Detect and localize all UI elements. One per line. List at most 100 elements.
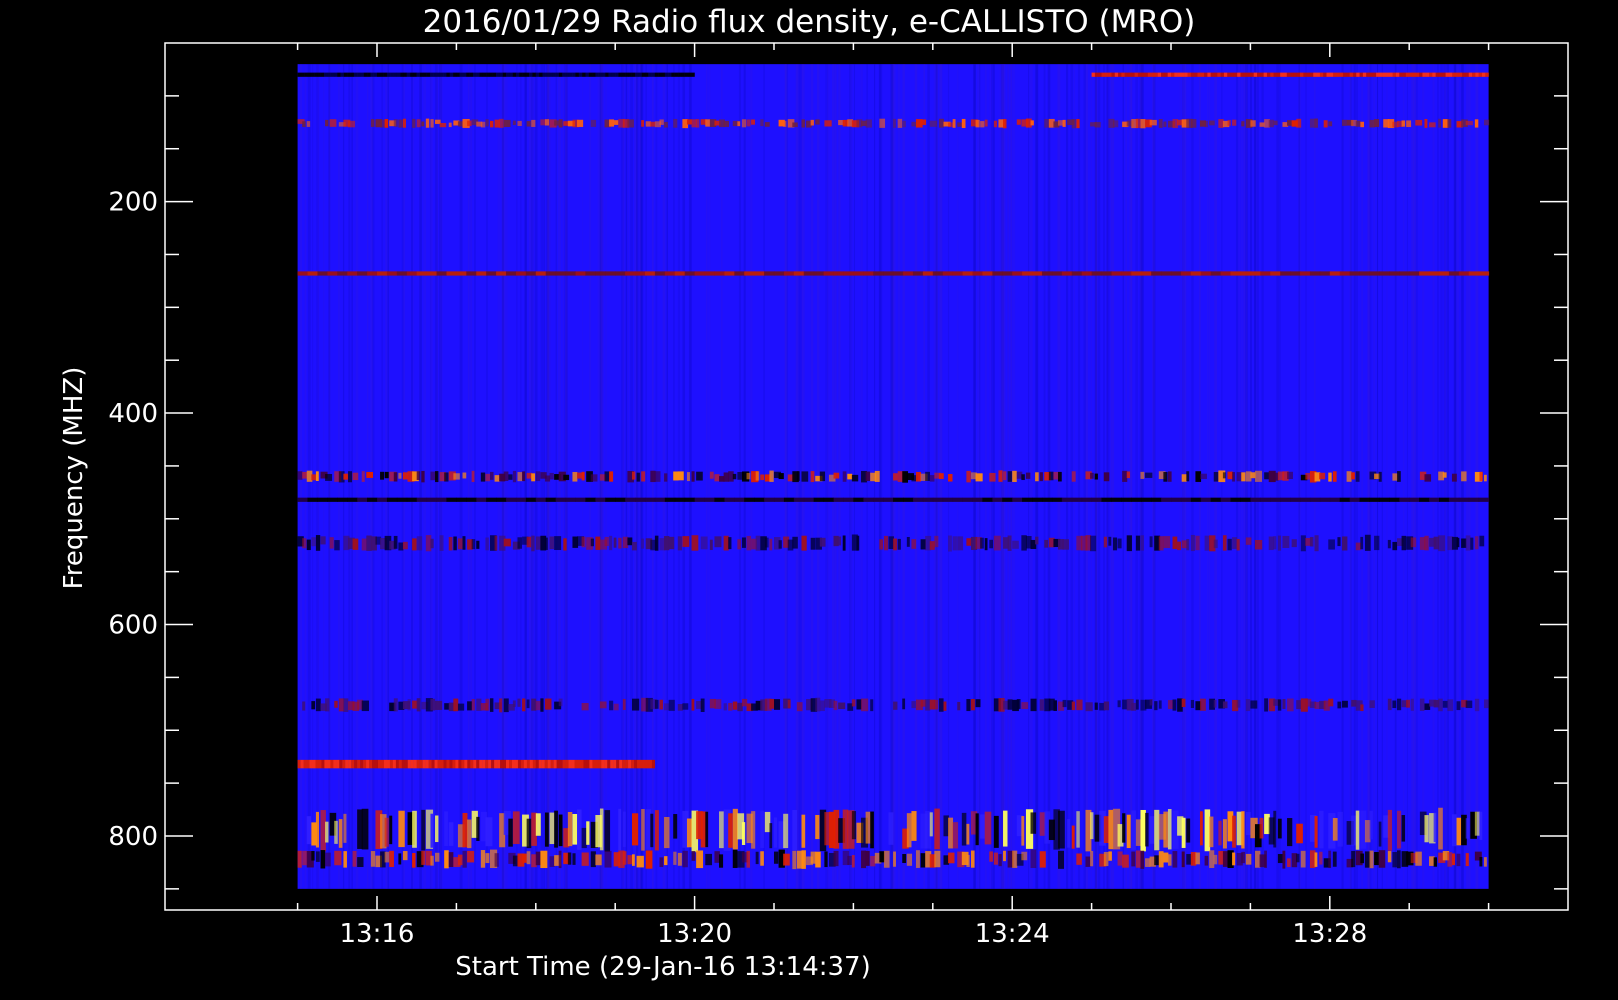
heatmap-band-cell — [654, 810, 659, 851]
heatmap-band-cell — [1445, 72, 1450, 77]
heatmap-band-cell — [616, 759, 620, 769]
heatmap-band-cell — [395, 759, 399, 769]
heatmap-band-cell — [654, 497, 666, 502]
heatmap-band-cell — [384, 817, 389, 847]
heatmap-band-cell — [1461, 471, 1467, 482]
heatmap-band-cell — [482, 759, 486, 769]
heatmap-band-cell — [1131, 810, 1136, 850]
heatmap-band-cell — [343, 851, 347, 868]
heatmap-band-cell — [962, 271, 973, 276]
heatmap-band-cell — [902, 698, 906, 710]
heatmap-band-cell — [664, 497, 676, 502]
heatmap-band-cell — [1462, 72, 1466, 77]
heatmap-band-cell — [416, 536, 423, 551]
heatmap-band-cell — [1268, 119, 1274, 128]
heatmap-band-cell — [1273, 536, 1277, 550]
heatmap-band-cell — [801, 850, 806, 869]
heatmap-band-cell — [517, 537, 522, 549]
heatmap-band-cell — [1387, 809, 1392, 851]
heatmap-band-cell — [934, 850, 941, 868]
heatmap-band-cell — [1180, 497, 1192, 502]
heatmap-band-cell — [682, 850, 688, 868]
heatmap-band-cell — [1319, 851, 1323, 865]
heatmap-band-cell — [300, 759, 304, 769]
heatmap-band-cell — [330, 72, 335, 77]
heatmap-band-cell — [361, 471, 365, 482]
heatmap-band-cell — [1108, 851, 1112, 861]
heatmap-band-cell — [479, 72, 484, 77]
heatmap-band-cell — [486, 497, 497, 502]
heatmap-band-cell — [428, 759, 432, 769]
heatmap-band-cell — [696, 119, 700, 128]
heatmap-band-cell — [813, 497, 825, 502]
heatmap-band-cell — [327, 72, 331, 77]
heatmap-band-cell — [824, 812, 830, 846]
heatmap-band-cell — [1360, 536, 1364, 550]
heatmap-band-cell — [637, 759, 641, 769]
heatmap-band-cell — [1468, 72, 1473, 77]
heatmap-texture-stripe — [1468, 64, 1471, 889]
heatmap-band-cell — [467, 120, 472, 127]
heatmap-band-cell — [1455, 72, 1459, 77]
heatmap-band-cell — [426, 72, 431, 77]
heatmap-band-cell — [1355, 120, 1361, 127]
heatmap-band-cell — [586, 821, 590, 845]
heatmap-band-cell — [732, 473, 737, 480]
heatmap-band-cell — [455, 759, 459, 769]
heatmap-band-cell — [664, 72, 669, 77]
heatmap-band-cell — [640, 759, 644, 769]
heatmap-band-cell — [645, 850, 653, 869]
heatmap-band-cell — [1342, 700, 1348, 708]
heatmap-band-cell — [393, 72, 398, 77]
heatmap-band-cell — [972, 497, 983, 502]
heatmap-band-cell — [503, 538, 511, 547]
heatmap-band-cell — [1021, 816, 1025, 846]
heatmap-band-cell — [452, 759, 456, 769]
heatmap-band-cell — [330, 759, 334, 769]
heatmap-band-cell — [1296, 853, 1300, 863]
heatmap-band-cell — [1200, 72, 1205, 77]
heatmap-band-cell — [556, 759, 560, 769]
heatmap-band-cell — [1186, 539, 1190, 551]
heatmap-band-cell — [470, 759, 474, 769]
heatmap-band-cell — [824, 120, 832, 127]
heatmap-band-cell — [366, 759, 370, 769]
heatmap-band-cell — [1200, 473, 1207, 480]
heatmap-band-cell — [386, 497, 398, 502]
heatmap-band-cell — [1300, 497, 1311, 502]
heatmap-band-cell — [631, 854, 635, 866]
heatmap-band-cell — [1220, 72, 1225, 77]
heatmap-band-cell — [1141, 72, 1145, 77]
heatmap-band-cell — [879, 118, 886, 128]
heatmap-band-cell — [1326, 72, 1330, 77]
heatmap-band-cell — [1260, 497, 1271, 502]
heatmap-band-cell — [619, 759, 623, 769]
heatmap-band-cell — [847, 855, 852, 865]
heatmap-band-cell — [1220, 271, 1232, 276]
heatmap-band-cell — [1332, 471, 1337, 482]
heatmap-band-cell — [1458, 72, 1463, 77]
heatmap-band-cell — [1163, 472, 1168, 482]
heatmap-band-cell — [489, 698, 494, 712]
heatmap-band-cell — [625, 497, 636, 502]
heatmap-band-cell — [456, 271, 467, 276]
heatmap-band-cell — [764, 497, 775, 502]
heatmap-band-cell — [393, 119, 398, 127]
heatmap-band-cell — [1277, 818, 1282, 839]
heatmap-band-cell — [540, 850, 548, 869]
heatmap-band-cell — [329, 537, 334, 549]
heatmap-band-cell — [404, 759, 408, 769]
heatmap-band-cell — [317, 271, 328, 276]
heatmap-band-cell — [480, 472, 486, 482]
heatmap-band-cell — [1287, 471, 1293, 480]
heatmap-band-cell — [1122, 699, 1128, 710]
heatmap-band-cell — [636, 855, 644, 868]
heatmap-band-cell — [352, 472, 359, 481]
heatmap-band-cell — [334, 540, 340, 551]
x-axis-label: Start Time (29-Jan-16 13:14:37) — [455, 952, 870, 982]
heatmap-band-cell — [526, 818, 532, 849]
heatmap-band-cell — [1273, 810, 1277, 848]
heatmap-band-cell — [1296, 118, 1302, 128]
heatmap-band-cell — [407, 759, 411, 769]
heatmap-band-cell — [565, 271, 576, 276]
